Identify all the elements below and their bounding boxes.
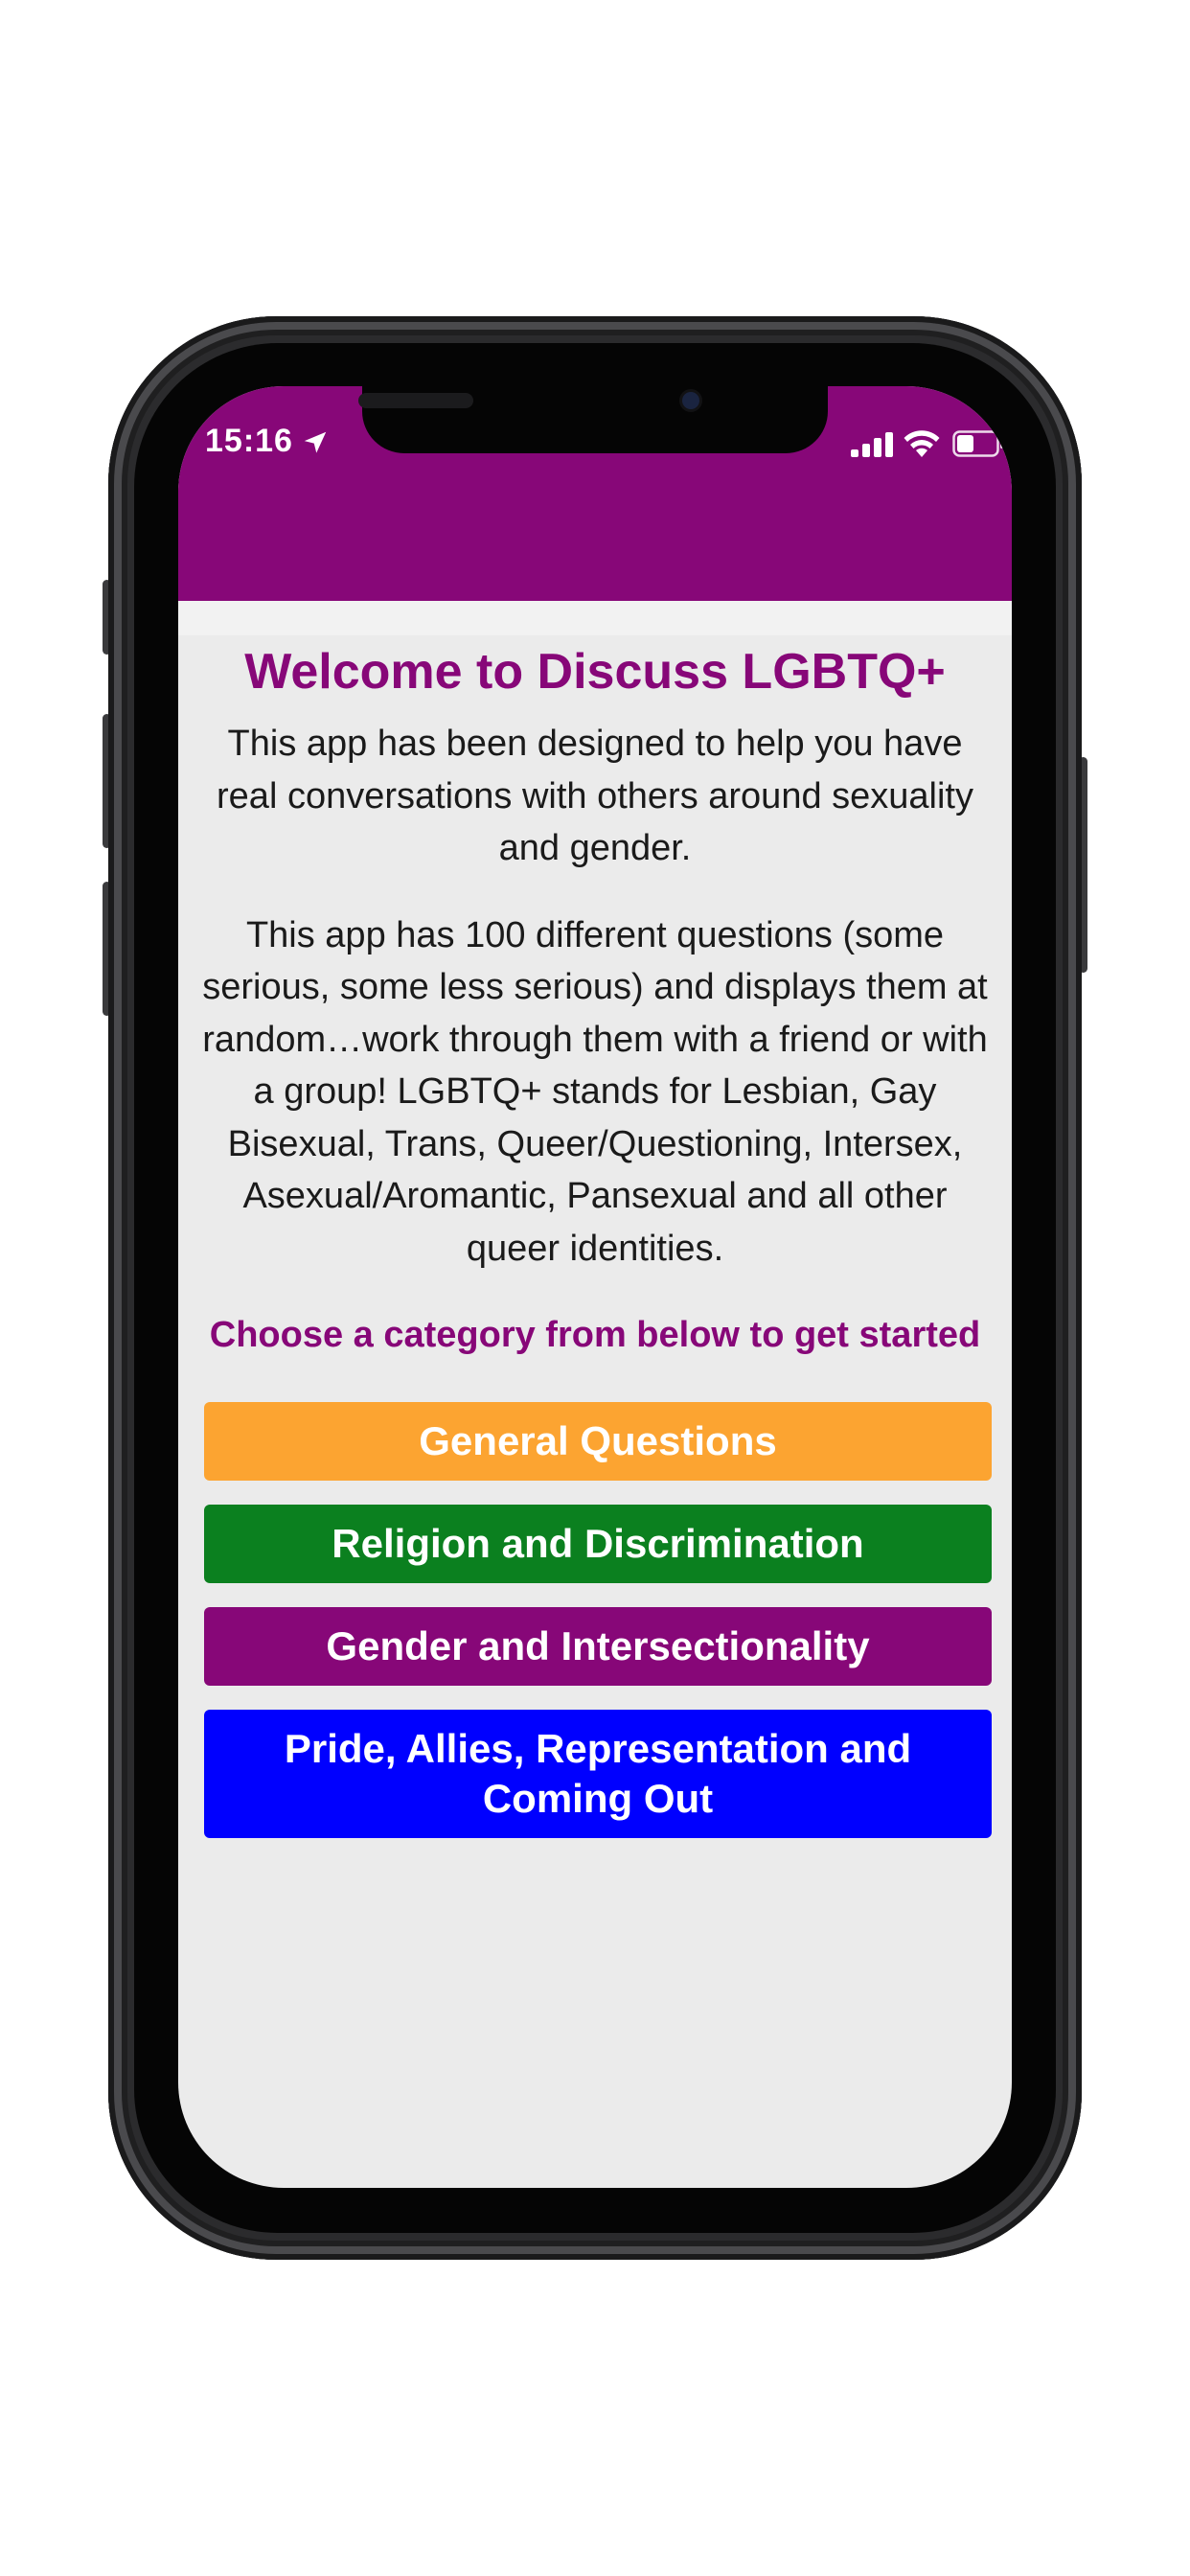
page-title: Welcome to Discuss LGBTQ+ [244, 644, 946, 700]
pride-allies-representation-label: Pride, Allies, Representation and Coming… [284, 1726, 912, 1821]
gender-and-intersectionality-button[interactable]: Gender and Intersectionality [204, 1607, 992, 1686]
wifi-icon [904, 430, 940, 457]
intro-text: This app has been designed to help you h… [217, 724, 973, 868]
page: 15:16 Welcome to Discuss LGBTQ+ This app… [0, 0, 1190, 2576]
app-screen: 15:16 Welcome to Discuss LGBTQ+ This app… [178, 386, 1012, 2188]
welcome-content: Welcome to Discuss LGBTQ+ This app has b… [178, 637, 1012, 1361]
battery-icon [952, 430, 1004, 457]
category-list: General Questions Religion and Discrimin… [204, 1402, 992, 1838]
description-text: This app has 100 different questions (so… [202, 914, 988, 1269]
general-questions-label: General Questions [419, 1418, 777, 1463]
location-arrow-icon [304, 431, 327, 453]
religion-and-discrimination-label: Religion and Discrimination [332, 1521, 864, 1566]
front-camera [682, 392, 699, 409]
category-prompt: Choose a category from below to get star… [209, 1315, 981, 1355]
cellular-signal-icon [851, 432, 893, 457]
status-time: 15:16 [205, 423, 293, 459]
gender-and-intersectionality-label: Gender and Intersectionality [326, 1623, 870, 1668]
earpiece-speaker [358, 393, 473, 408]
general-questions-button[interactable]: General Questions [204, 1402, 992, 1481]
pride-allies-representation-button[interactable]: Pride, Allies, Representation and Coming… [204, 1710, 992, 1838]
religion-and-discrimination-button[interactable]: Religion and Discrimination [204, 1505, 992, 1583]
nav-bar-divider [178, 601, 1012, 635]
